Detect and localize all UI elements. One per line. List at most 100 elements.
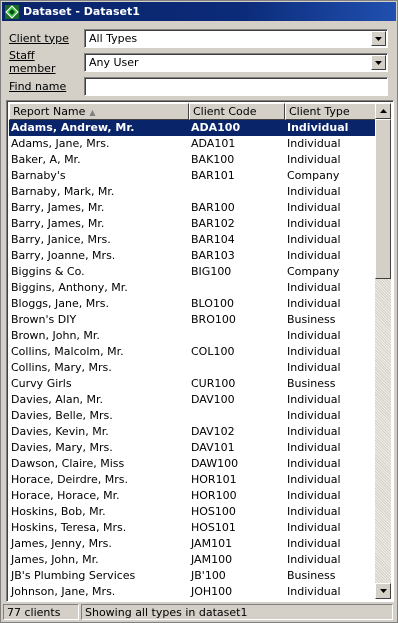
scroll-up-button[interactable]	[375, 103, 391, 119]
title-bar[interactable]: Dataset - Dataset1	[2, 2, 396, 21]
table-row[interactable]: Davies, Kevin, Mr. DAV102 Individual	[9, 424, 379, 440]
report-name-cell: Horace, Horace, Mr.	[11, 489, 120, 502]
client-code-cell: DAV101	[191, 441, 235, 454]
client-list[interactable]: Report Name ▲ Client Code Client Type Ada…	[6, 100, 394, 602]
column-header-client-code[interactable]: Client Code	[189, 103, 285, 120]
table-row[interactable]: JB's Plumbing Services JB'100 Business	[9, 568, 379, 584]
client-type-cell: Individual	[287, 521, 341, 534]
find-name-input[interactable]	[84, 77, 388, 96]
report-name-cell: Biggins & Co.	[11, 265, 85, 278]
vertical-scrollbar[interactable]	[375, 103, 391, 599]
client-type-cell: Individual	[287, 329, 341, 342]
client-type-cell: Individual	[287, 505, 341, 518]
table-row[interactable]: Curvy Girls CUR100 Business	[9, 376, 379, 392]
client-type-cell: Individual	[287, 361, 341, 374]
client-type-select[interactable]: All Types	[84, 29, 388, 48]
report-name-cell: Barnaby's	[11, 169, 66, 182]
client-type-label: Client type	[9, 31, 69, 45]
client-code-cell	[189, 280, 285, 296]
table-row[interactable]: Brown, John, Mr. Individual	[9, 328, 379, 344]
list-header: Report Name ▲ Client Code Client Type	[9, 103, 379, 120]
table-row[interactable]: Biggins & Co. BIG100 Company	[9, 264, 379, 280]
table-row[interactable]: Johnson, Jane, Mrs. JOH100 Individual	[9, 584, 379, 600]
client-code-cell: JAM101	[191, 537, 233, 550]
arrow-up-icon	[379, 109, 387, 113]
report-name-cell: Barry, James, Mr.	[11, 217, 105, 230]
chevron-down-icon	[375, 60, 382, 65]
table-row[interactable]: Barry, James, Mr. BAR102 Individual	[9, 216, 379, 232]
client-code-cell	[189, 408, 285, 424]
report-name-cell: Brown, John, Mr.	[11, 329, 100, 342]
client-type-cell: Individual	[287, 553, 341, 566]
report-name-cell: Brown's DIY	[11, 313, 77, 326]
client-code-cell: COL100	[191, 345, 235, 358]
client-type-cell: Individual	[287, 393, 341, 406]
report-name-cell: Hoskins, Teresa, Mrs.	[11, 521, 127, 534]
table-row[interactable]: Collins, Mary, Mrs. Individual	[9, 360, 379, 376]
client-type-cell: Individual	[287, 425, 341, 438]
staff-member-dropdown-button[interactable]	[371, 55, 386, 70]
chevron-down-icon	[375, 36, 382, 41]
table-row[interactable]: James, Jenny, Mrs. JAM101 Individual	[9, 536, 379, 552]
status-count: 77 clients	[3, 604, 79, 620]
table-row[interactable]: Barnaby, Mark, Mr. Individual	[9, 184, 379, 200]
table-row[interactable]: Dawson, Claire, Miss DAW100 Individual	[9, 456, 379, 472]
table-row[interactable]: Davies, Mary, Mrs. DAV101 Individual	[9, 440, 379, 456]
report-name-cell: Davies, Mary, Mrs.	[11, 441, 113, 454]
table-row[interactable]: Barnaby's BAR101 Company	[9, 168, 379, 184]
report-name-cell: James, Jenny, Mrs.	[11, 537, 112, 550]
client-type-cell: Business	[287, 569, 336, 582]
table-row[interactable]: Barry, Janice, Mrs. BAR104 Individual	[9, 232, 379, 248]
report-name-cell: Barry, Joanne, Mrs.	[11, 249, 116, 262]
report-name-cell: Barnaby, Mark, Mr.	[11, 185, 115, 198]
column-header-client-type[interactable]: Client Type	[285, 103, 379, 120]
table-row[interactable]: Bloggs, Jane, Mrs. BLO100 Individual	[9, 296, 379, 312]
client-code-cell: HOR101	[191, 473, 237, 486]
report-name-cell: Dawson, Claire, Miss	[11, 457, 125, 470]
client-code-cell: JOH100	[191, 585, 233, 598]
client-type-dropdown-button[interactable]	[371, 31, 386, 46]
table-row[interactable]: Baker, A, Mr. BAK100 Individual	[9, 152, 379, 168]
find-name-row: Find name	[9, 76, 83, 96]
scrollbar-thumb[interactable]	[375, 119, 391, 279]
client-type-cell: Business	[287, 313, 336, 326]
staff-member-label: Staff member	[9, 49, 56, 75]
client-code-cell: DAV100	[191, 393, 235, 406]
sort-ascending-icon: ▲	[89, 108, 96, 117]
column-header-report-name[interactable]: Report Name ▲	[9, 103, 189, 120]
table-row[interactable]: Biggins, Anthony, Mr. Individual	[9, 280, 379, 296]
table-row[interactable]: Davies, Belle, Mrs. Individual	[9, 408, 379, 424]
list-rows: Adams, Andrew, Mr. ADA100 Individual Adams,…	[9, 120, 379, 600]
table-row[interactable]: Hoskins, Teresa, Mrs. HOS101 Individual	[9, 520, 379, 536]
table-row[interactable]: Davies, Alan, Mr. DAV100 Individual	[9, 392, 379, 408]
table-row[interactable]: Horace, Horace, Mr. HOR100 Individual	[9, 488, 379, 504]
table-row[interactable]: Barry, James, Mr. BAR100 Individual	[9, 200, 379, 216]
client-type-cell: Individual	[287, 537, 341, 550]
app-diamond-icon	[5, 4, 19, 19]
client-code-cell: JAM100	[191, 553, 233, 566]
staff-member-select[interactable]: Any User	[84, 53, 388, 72]
client-code-cell	[189, 328, 285, 344]
table-row[interactable]: Barry, Joanne, Mrs. BAR103 Individual	[9, 248, 379, 264]
client-type-cell: Individual	[287, 281, 341, 294]
staff-member-row: Staff member	[9, 49, 83, 75]
client-code-cell: BIG100	[191, 265, 232, 278]
client-code-cell: BAK100	[191, 153, 235, 166]
table-row[interactable]: Collins, Malcolm, Mr. COL100 Individual	[9, 344, 379, 360]
table-row[interactable]: Brown's DIY BRO100 Business	[9, 312, 379, 328]
table-row[interactable]: James, John, Mr. JAM100 Individual	[9, 552, 379, 568]
table-row[interactable]: Adams, Andrew, Mr. ADA100 Individual	[9, 120, 379, 136]
table-row[interactable]: Adams, Jane, Mrs. ADA101 Individual	[9, 136, 379, 152]
window-title: Dataset - Dataset1	[23, 5, 140, 18]
client-type-cell: Individual	[287, 457, 341, 470]
report-name-cell: Adams, Andrew, Mr.	[11, 121, 135, 134]
report-name-cell: Davies, Kevin, Mr.	[11, 425, 109, 438]
report-name-cell: Barry, James, Mr.	[11, 201, 105, 214]
table-row[interactable]: Horace, Deirdre, Mrs. HOR101 Individual	[9, 472, 379, 488]
scroll-down-button[interactable]	[375, 583, 391, 599]
client-type-cell: Individual	[287, 233, 341, 246]
table-row[interactable]: Hoskins, Bob, Mr. HOS100 Individual	[9, 504, 379, 520]
client-code-cell: DAW100	[191, 457, 239, 470]
client-code-cell: ADA101	[191, 137, 236, 150]
report-name-cell: Hoskins, Bob, Mr.	[11, 505, 106, 518]
